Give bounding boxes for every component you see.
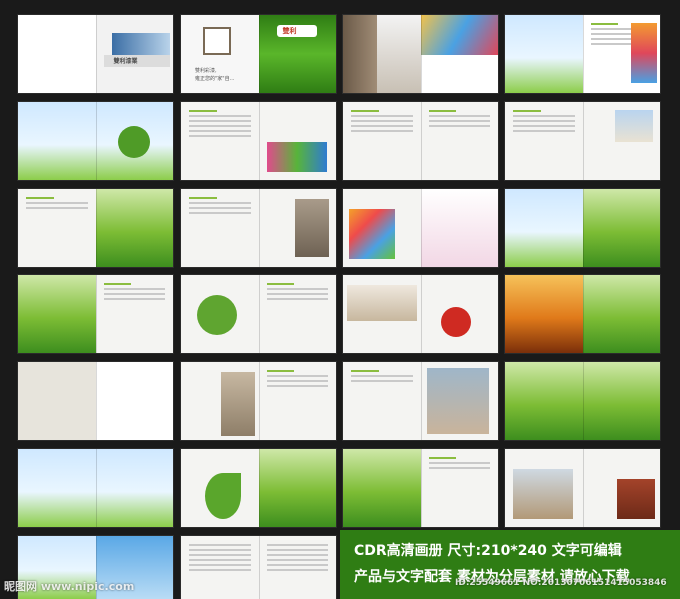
spread-butterfly-sofa bbox=[505, 189, 660, 267]
spread-table-pages bbox=[181, 536, 336, 599]
spread-oranges bbox=[343, 189, 498, 267]
spread-girl bbox=[18, 362, 173, 440]
slogan-line-1: 雙利彩漆, bbox=[195, 68, 217, 74]
promo-banner: CDR高清画册 尺寸:210*240 文字可编辑 产品与文字配套 素材为分层素材… bbox=[340, 530, 680, 599]
green-page-title: 雙利 bbox=[282, 27, 297, 35]
spread-leaf-couple bbox=[181, 449, 336, 527]
spread-house bbox=[505, 102, 660, 180]
spread-paint-cans bbox=[181, 102, 336, 180]
watermark-left: 昵图网 www.nipic.com bbox=[4, 580, 135, 593]
spread-balloon bbox=[18, 449, 173, 527]
brochure-spread-grid: 雙利漆業 雙利彩漆, 雍正您的"家"自... 雙利 CDR高清画册 尺寸:210… bbox=[0, 0, 680, 599]
promo-line-1: CDR高清画册 尺寸:210*240 文字可编辑 bbox=[354, 543, 622, 559]
spread-facade bbox=[343, 362, 498, 440]
spread-staircase bbox=[505, 449, 660, 527]
spread-index bbox=[505, 15, 660, 93]
spread-sunset bbox=[505, 275, 660, 353]
spread-runner bbox=[343, 449, 498, 527]
spread-bamboo bbox=[18, 275, 173, 353]
spread-cover: 雙利漆業 bbox=[18, 15, 173, 93]
spread-lotus bbox=[18, 189, 173, 267]
brand-name: 雙利漆業 bbox=[113, 58, 138, 65]
spread-interior-apple bbox=[343, 275, 498, 353]
slogan-line-2: 雍正您的"家"自... bbox=[195, 76, 235, 82]
spread-globe bbox=[343, 102, 498, 180]
spread-arch bbox=[181, 189, 336, 267]
spread-brush bbox=[181, 275, 336, 353]
spread-leaves bbox=[505, 362, 660, 440]
spread-window: 雙利彩漆, 雍正您的"家"自... 雙利 bbox=[181, 15, 336, 93]
watermark-right: ID:25549661 NO:20130706151415053846 bbox=[455, 578, 667, 588]
spread-climber bbox=[343, 15, 498, 93]
spread-buildings bbox=[181, 362, 336, 440]
spread-tree bbox=[18, 102, 173, 180]
